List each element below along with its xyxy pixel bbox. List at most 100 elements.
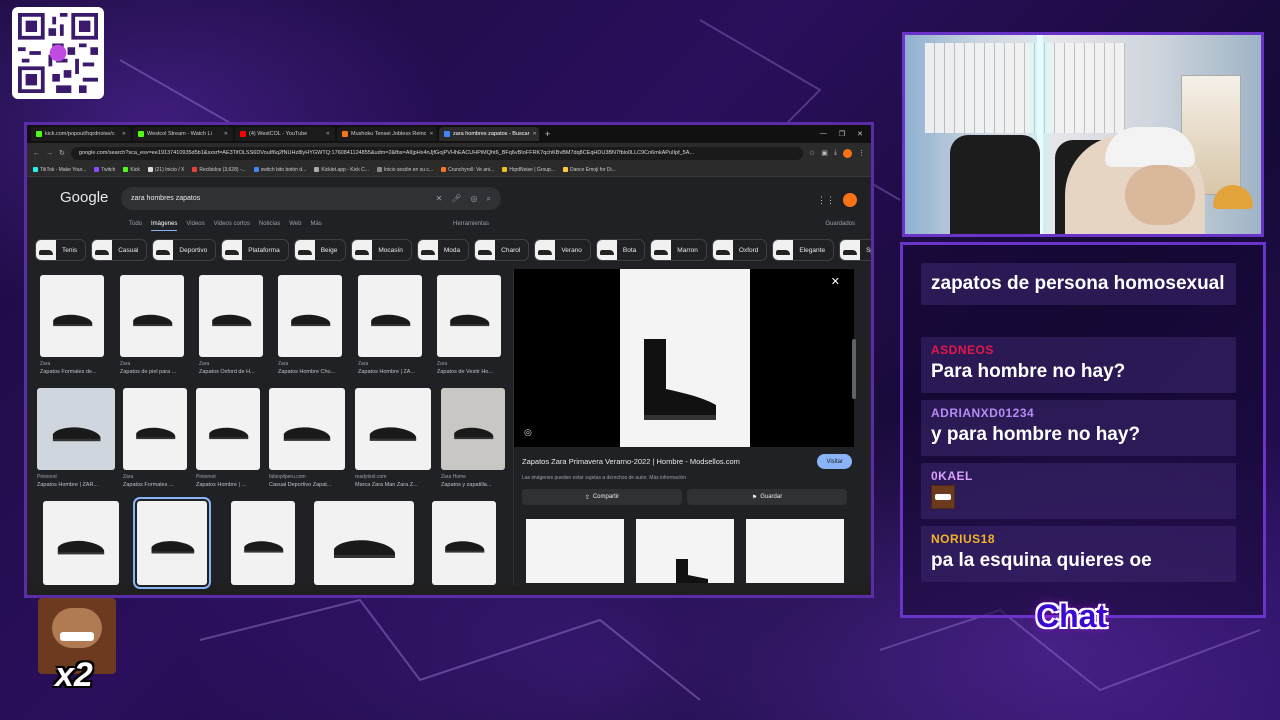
minimize-icon[interactable]: — bbox=[820, 130, 827, 138]
image-result[interactable] bbox=[314, 501, 414, 585]
chat-username[interactable]: ASDNEOS bbox=[931, 343, 1226, 357]
filter-chip-elegante[interactable]: Elegante bbox=[772, 239, 835, 261]
bookmark-item[interactable]: TikTok - Make Your... bbox=[33, 167, 86, 173]
close-icon[interactable]: ✕ bbox=[224, 131, 228, 137]
apps-grid-icon[interactable]: ⋮⋮ bbox=[817, 195, 835, 206]
image-caption[interactable]: Zara Zapatos de piel para ... bbox=[120, 361, 192, 375]
bookmark-item[interactable]: Twitch bbox=[94, 167, 115, 173]
new-tab-icon[interactable]: + bbox=[541, 129, 550, 139]
browser-tab-youtube[interactable]: (4) WestCOL - YouTube ✕ bbox=[235, 127, 335, 141]
preview-title[interactable]: Zapatos Zara Primavera Verarno-2022 | Ho… bbox=[522, 457, 740, 466]
image-caption[interactable]: Zara Zapatos Hombre | ZA... bbox=[358, 361, 430, 375]
filter-chip-oxford[interactable]: Oxford bbox=[711, 239, 768, 261]
menu-kebab-icon[interactable]: ⋮ bbox=[858, 149, 865, 157]
bookmark-item[interactable]: Kicklet.app - Kick C... bbox=[314, 167, 369, 173]
bookmark-item[interactable]: (21) Inicio / X bbox=[147, 167, 184, 173]
extensions-icon[interactable]: ▣ bbox=[821, 149, 828, 157]
tab-videos[interactable]: Videos bbox=[186, 221, 204, 231]
image-result[interactable] bbox=[432, 501, 496, 585]
image-result[interactable] bbox=[133, 497, 211, 589]
search-input[interactable]: zara hombres zapatos ✕ 🎤︎ ◎ ⌕ bbox=[121, 187, 501, 210]
close-icon[interactable]: ✕ bbox=[122, 131, 126, 137]
close-icon[interactable]: ✕ bbox=[326, 131, 330, 137]
image-result[interactable] bbox=[43, 501, 119, 585]
image-result[interactable] bbox=[441, 388, 505, 470]
image-result[interactable] bbox=[199, 275, 263, 357]
image-caption[interactable]: Zara Zapatos de Vestir Ho... bbox=[437, 361, 509, 375]
close-icon[interactable]: ✕ bbox=[831, 275, 840, 288]
image-caption[interactable]: fabiopilperu.com Casual Deportivo Zapat..… bbox=[269, 474, 351, 488]
related-image[interactable] bbox=[636, 519, 734, 583]
filter-chip-mocasín[interactable]: Mocasín bbox=[351, 239, 412, 261]
url-field[interactable]: google.com/search?sca_esv=ee19137410935d… bbox=[70, 146, 803, 160]
close-window-icon[interactable]: ✕ bbox=[857, 130, 863, 138]
chat-username[interactable]: NORIUS18 bbox=[931, 532, 1226, 546]
google-logo[interactable]: Google bbox=[60, 189, 108, 206]
search-icon[interactable]: ⌕ bbox=[487, 194, 491, 204]
share-button[interactable]: ⇪ Compartir bbox=[522, 489, 682, 505]
image-caption[interactable]: Zara Zapatos Hombre Chu... bbox=[278, 361, 350, 375]
tab-noticias[interactable]: Noticias bbox=[259, 221, 280, 231]
browser-tab-crunchyroll[interactable]: Mushoku Tensei Jobless Reinc ✕ bbox=[337, 127, 437, 141]
tab-imagenes[interactable]: Imágenes bbox=[151, 221, 178, 231]
image-result[interactable] bbox=[269, 388, 345, 470]
chat-username[interactable]: 0KAEL bbox=[931, 469, 1226, 483]
tab-mas[interactable]: Más bbox=[310, 221, 321, 231]
preview-photo[interactable] bbox=[620, 269, 750, 447]
image-result[interactable] bbox=[196, 388, 260, 470]
filter-chip-charol[interactable]: Charol bbox=[474, 239, 530, 261]
bookmark-star-icon[interactable]: ☆ bbox=[809, 149, 815, 157]
saved-button[interactable]: Guardados bbox=[825, 221, 855, 227]
image-result[interactable] bbox=[40, 275, 104, 357]
browser-tab-westcol-stream[interactable]: Westcol Stream - Watch Li ✕ bbox=[133, 127, 233, 141]
lens-icon[interactable]: ◎ bbox=[524, 427, 532, 438]
image-result[interactable] bbox=[231, 501, 295, 585]
image-caption[interactable]: Pinterest Zapatos Hombre | ZAR... bbox=[37, 474, 121, 488]
image-caption[interactable]: Pinterest Zapatos Hombre | ... bbox=[196, 474, 266, 488]
image-result[interactable] bbox=[358, 275, 422, 357]
filter-chip-bota[interactable]: Bota bbox=[595, 239, 646, 261]
bookmark-item[interactable]: Inicio sesión en su c... bbox=[376, 167, 433, 173]
back-icon[interactable]: ← bbox=[33, 150, 40, 157]
filter-chip-beige[interactable]: Beige bbox=[293, 239, 347, 261]
image-result[interactable] bbox=[120, 275, 184, 357]
filter-chip-plataforma[interactable]: Plataforma bbox=[221, 239, 289, 261]
browser-tab-google-search[interactable]: zara hombres zapatos - Buscar ✕ bbox=[439, 127, 539, 141]
lens-icon[interactable]: ◎ bbox=[471, 194, 478, 204]
reload-icon[interactable]: ↻ bbox=[59, 149, 65, 157]
microphone-icon[interactable]: 🎤︎ bbox=[451, 194, 461, 204]
downloads-icon[interactable]: ⤓ bbox=[834, 149, 837, 157]
image-caption[interactable]: Zara Zapatos Oxford de H... bbox=[199, 361, 271, 375]
bookmark-item[interactable]: Recibidos (3,628) -... bbox=[192, 167, 246, 173]
image-result[interactable] bbox=[123, 388, 187, 470]
image-caption[interactable]: Zara Home Zapatos y zapatilla... bbox=[441, 474, 511, 488]
tab-web[interactable]: Web bbox=[289, 221, 301, 231]
close-icon[interactable]: ✕ bbox=[429, 131, 433, 137]
filter-chip-verano[interactable]: Verano bbox=[534, 239, 591, 261]
save-button[interactable]: ⚑ Guardar bbox=[687, 489, 847, 505]
filter-chip-moda[interactable]: Moda bbox=[416, 239, 470, 261]
visit-button[interactable]: Visitar bbox=[817, 454, 852, 469]
filter-chip-deportivo[interactable]: Deportivo bbox=[152, 239, 217, 261]
bookmark-item[interactable]: Kick bbox=[123, 167, 140, 173]
image-result[interactable] bbox=[278, 275, 342, 357]
filter-chip-tenis[interactable]: Tenis bbox=[35, 239, 87, 261]
bookmark-item[interactable]: Dance Emoji for Di... bbox=[562, 167, 616, 173]
bookmark-item[interactable]: Crunchyroll: Ve ani... bbox=[441, 167, 494, 173]
image-result[interactable] bbox=[37, 388, 115, 470]
related-image[interactable] bbox=[526, 519, 624, 583]
profile-avatar[interactable] bbox=[843, 148, 852, 158]
image-caption[interactable]: readytext.com Marca Zara Man Zara Z... bbox=[355, 474, 437, 488]
maximize-icon[interactable]: ❐ bbox=[839, 130, 845, 138]
browser-tab-kick-popout[interactable]: kick.com/popout/hqrdnoise/c ✕ bbox=[31, 127, 131, 141]
close-icon[interactable]: ✕ bbox=[532, 131, 536, 137]
clear-icon[interactable]: ✕ bbox=[436, 194, 443, 204]
panel-scrollbar[interactable] bbox=[852, 339, 856, 399]
filter-chip-marron[interactable]: Marron bbox=[650, 239, 707, 261]
tab-todo[interactable]: Todo bbox=[129, 221, 142, 231]
image-result[interactable] bbox=[437, 275, 501, 357]
forward-icon[interactable]: → bbox=[46, 150, 53, 157]
bookmark-item[interactable]: HqrdNoise | Group... bbox=[502, 167, 555, 173]
filter-chip-casual[interactable]: Casual bbox=[91, 239, 148, 261]
filter-chip-sport[interactable]: Sport bbox=[839, 239, 871, 261]
